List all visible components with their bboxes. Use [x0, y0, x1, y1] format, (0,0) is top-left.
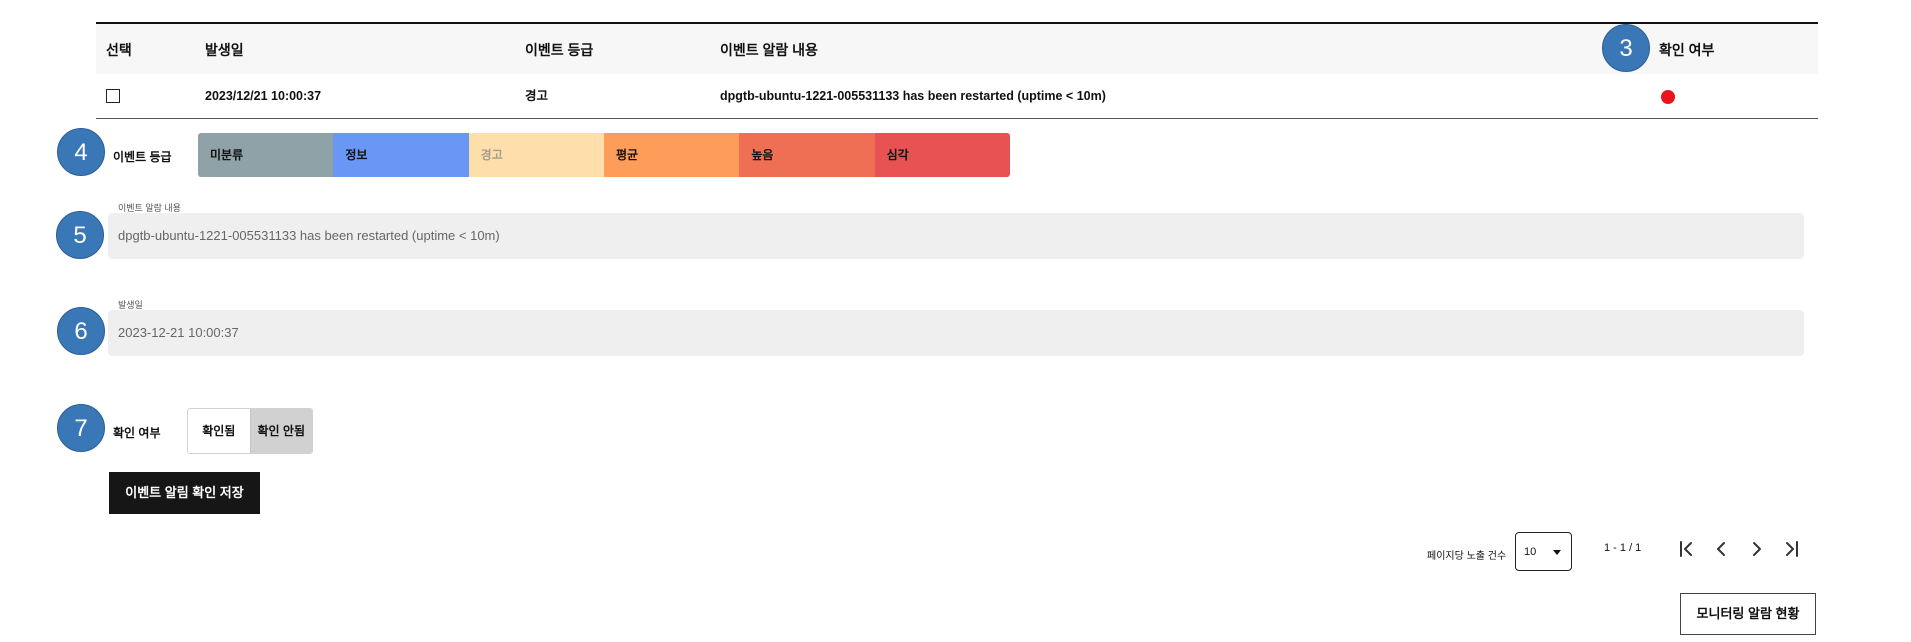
confirm-option-unconfirmed[interactable]: 확인 안됨	[249, 409, 312, 453]
table-row[interactable]: 2023/12/21 10:00:37 경고 dpgtb-ubuntu-1221…	[96, 74, 1818, 119]
occurred-date-value: 2023-12-21 10:00:37	[118, 325, 239, 340]
per-page-select[interactable]: 10	[1515, 532, 1572, 571]
grade-label: 이벤트 등급	[113, 150, 172, 164]
header-date[interactable]: 발생일	[205, 24, 244, 76]
first-page-icon	[1680, 541, 1692, 557]
monitoring-alarm-status-button[interactable]: 모니터링 알람 현황	[1680, 593, 1816, 635]
page-info: 1 - 1 / 1	[1604, 542, 1642, 554]
grade-option-unclassified[interactable]: 미분류	[198, 133, 334, 177]
event-table: 선택 발생일 이벤트 등급 이벤트 알람 내용 확인 여부 2023/12/21…	[96, 22, 1818, 119]
prev-page-button[interactable]	[1709, 537, 1733, 561]
row-date: 2023/12/21 10:00:37	[205, 89, 322, 103]
row-grade: 경고	[525, 89, 549, 103]
per-page-value: 10	[1524, 546, 1537, 558]
chevron-left-icon	[1717, 542, 1725, 556]
step-badge-6: 6	[57, 307, 105, 355]
table-header: 선택 발생일 이벤트 등급 이벤트 알람 내용 확인 여부	[96, 22, 1818, 77]
confirm-label: 확인 여부	[113, 426, 161, 440]
alarm-content-value: dpgtb-ubuntu-1221-005531133 has been res…	[118, 228, 500, 243]
chevron-down-icon	[1553, 550, 1561, 555]
grade-option-disaster[interactable]: 심각	[874, 133, 1010, 177]
grade-option-average[interactable]: 평균	[603, 133, 740, 177]
last-page-icon	[1786, 541, 1798, 557]
alarm-content-field[interactable]: 이벤트 알람 내용 dpgtb-ubuntu-1221-005531133 ha…	[108, 203, 1804, 259]
confirm-toggle: 확인됨 확인 안됨	[187, 408, 313, 454]
grade-option-info[interactable]: 정보	[333, 133, 469, 177]
step-badge-7: 7	[57, 404, 105, 452]
confirm-status-dot	[1661, 90, 1675, 104]
header-select: 선택	[106, 42, 132, 58]
occurred-date-field[interactable]: 발생일 2023-12-21 10:00:37	[108, 300, 1804, 356]
step-badge-3: 3	[1602, 24, 1650, 72]
header-content[interactable]: 이벤트 알람 내용	[720, 24, 818, 76]
grade-option-high[interactable]: 높음	[739, 133, 875, 177]
row-content: dpgtb-ubuntu-1221-005531133 has been res…	[720, 89, 1106, 103]
next-page-button[interactable]	[1745, 537, 1769, 561]
save-confirm-button[interactable]: 이벤트 알림 확인 저장	[109, 472, 260, 514]
header-confirm[interactable]: 확인 여부	[1659, 24, 1714, 76]
row-checkbox[interactable]	[106, 89, 120, 103]
first-page-button[interactable]	[1674, 537, 1698, 561]
confirm-option-confirmed[interactable]: 확인됨	[188, 409, 250, 453]
step-badge-5: 5	[56, 211, 104, 259]
per-page-label: 페이지당 노출 건수	[1427, 551, 1507, 562]
grade-option-warning[interactable]: 경고	[468, 133, 604, 177]
chevron-right-icon	[1753, 542, 1761, 556]
last-page-button[interactable]	[1780, 537, 1804, 561]
step-badge-4: 4	[57, 128, 105, 176]
grade-selector: 미분류 정보 경고 평균 높음 심각	[198, 133, 1010, 177]
header-grade[interactable]: 이벤트 등급	[525, 24, 593, 76]
